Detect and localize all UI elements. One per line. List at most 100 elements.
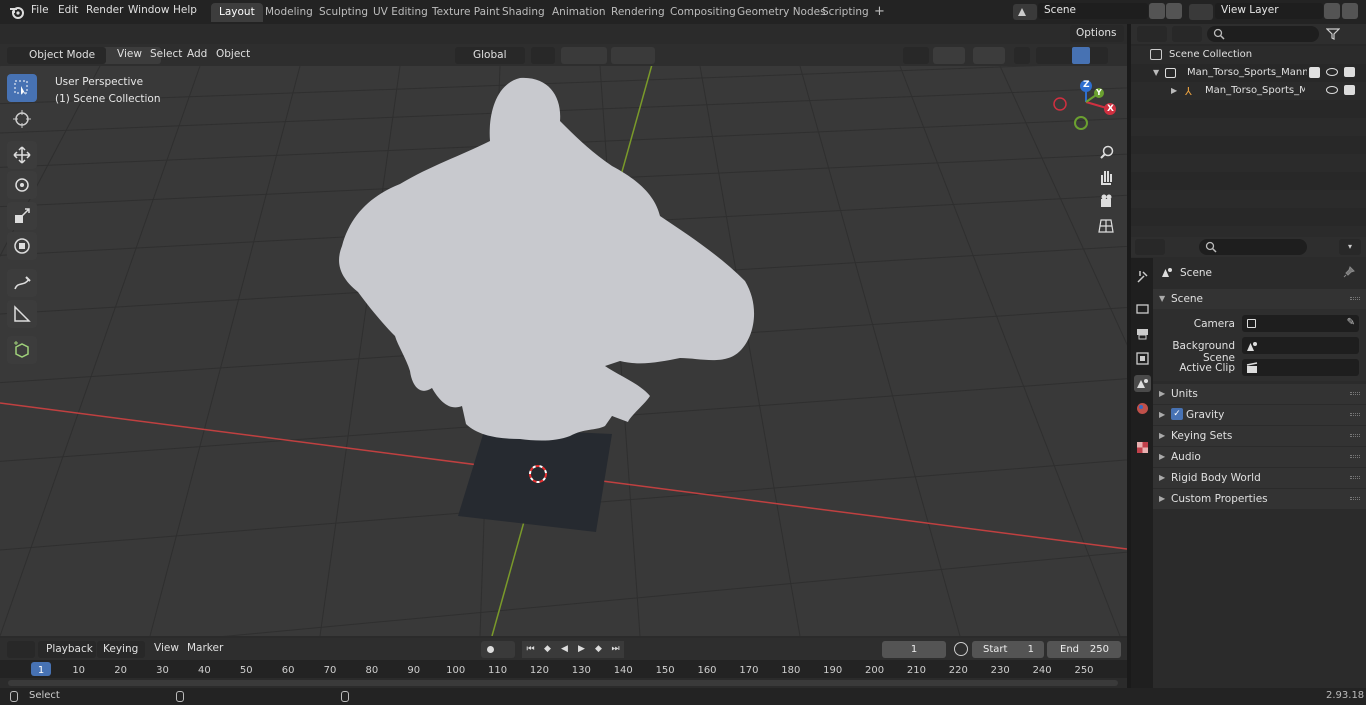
outliner-editor-icon[interactable] (1137, 26, 1167, 42)
drag-grip-icon[interactable] (1350, 497, 1360, 500)
camera-view-icon[interactable] (1096, 191, 1120, 213)
jump-keyframe-forward-icon[interactable]: ◆ (590, 641, 607, 658)
new-view-layer-icon[interactable] (1324, 3, 1340, 19)
world-tab-icon[interactable] (1134, 400, 1151, 417)
expand-arrow-icon[interactable]: ▶ (1159, 431, 1165, 440)
tool-annotate[interactable] (7, 269, 37, 297)
panel-keying-sets[interactable]: ▶ Keying Sets (1153, 426, 1366, 446)
expand-arrow-icon[interactable]: ▶ (1159, 389, 1165, 398)
keying-dropdown[interactable]: Keying (97, 641, 145, 658)
expand-arrow-icon[interactable]: ▶ (1159, 494, 1165, 503)
output-tab-icon[interactable] (1134, 325, 1151, 342)
jump-keyframe-back-icon[interactable]: ◆ (539, 641, 556, 658)
camera-render-icon[interactable] (1344, 67, 1355, 77)
timeline-menu-view[interactable]: View (154, 642, 179, 654)
menu-render[interactable]: Render (86, 4, 123, 16)
scene-name-field[interactable]: Scene (1038, 3, 1148, 19)
zoom-icon[interactable] (1096, 142, 1120, 164)
viewport-menu-object[interactable]: Object (216, 48, 250, 60)
menu-edit[interactable]: Edit (58, 4, 78, 16)
expand-arrow-icon[interactable]: ▶ (1159, 473, 1165, 482)
stopwatch-icon[interactable] (954, 642, 968, 656)
properties-search-input[interactable] (1199, 239, 1307, 255)
eyedropper-icon[interactable]: ✎ (1347, 317, 1355, 328)
mannequin-base[interactable] (458, 428, 612, 532)
viewport-menu-select[interactable]: Select (150, 48, 182, 60)
add-workspace-button[interactable]: + (866, 3, 893, 22)
expand-arrow-icon[interactable]: ▼ (1153, 68, 1159, 77)
tool-move[interactable] (7, 141, 37, 169)
outliner-row-collection[interactable]: ▼ Man_Torso_Sports_Mannequin (1131, 64, 1366, 82)
outliner-row-root[interactable]: Scene Collection (1131, 46, 1366, 64)
perspective-toggle-icon[interactable] (1096, 216, 1120, 238)
end-frame-field[interactable]: End 250 (1047, 641, 1121, 658)
texture-tab-icon[interactable] (1134, 439, 1151, 456)
pivot-point-icon[interactable] (531, 47, 555, 64)
menu-window[interactable]: Window (128, 4, 169, 16)
drag-grip-icon[interactable] (1350, 413, 1360, 416)
jump-end-icon[interactable]: ⏭ (607, 641, 624, 658)
timeline-menu-marker[interactable]: Marker (187, 642, 223, 654)
delete-scene-icon[interactable] (1166, 3, 1182, 19)
play-icon[interactable]: ▶ (573, 641, 590, 658)
expand-arrow-icon[interactable]: ▶ (1171, 86, 1177, 95)
menu-help[interactable]: Help (173, 4, 197, 16)
panel-audio[interactable]: ▶ Audio (1153, 447, 1366, 467)
viewport-menu-add[interactable]: Add (187, 48, 207, 60)
tool-add-cube[interactable] (7, 336, 37, 364)
filter-icon[interactable] (1324, 26, 1348, 42)
visibility-icon[interactable] (903, 47, 929, 64)
render-tab-icon[interactable] (1134, 300, 1151, 317)
new-collection-icon[interactable] (1350, 26, 1364, 42)
play-reverse-icon[interactable]: ◀ (556, 641, 573, 658)
active-clip-field[interactable] (1242, 359, 1359, 376)
gravity-checkbox[interactable]: ✓ (1171, 408, 1183, 420)
expand-arrow-icon[interactable]: ▶ (1159, 410, 1165, 419)
timeline-editor-icon[interactable] (7, 641, 35, 658)
blender-logo-icon[interactable] (9, 4, 25, 20)
exclude-checkbox-icon[interactable] (1309, 67, 1320, 78)
eye-icon[interactable] (1326, 86, 1338, 94)
pin-icon[interactable] (1343, 266, 1355, 278)
scene-tab-icon[interactable] (1134, 375, 1151, 392)
expand-arrow-icon[interactable]: ▶ (1159, 452, 1165, 461)
shading-modes-icons[interactable] (1036, 47, 1108, 64)
timeline-ruler[interactable]: 1 10 20 30 40 50 60 70 80 90 100 110 120 130 140 150 160… (0, 660, 1127, 678)
collapse-arrow-icon[interactable]: ▼ (1159, 294, 1165, 303)
delete-view-layer-icon[interactable] (1342, 3, 1358, 19)
outliner-row-object[interactable]: ▶ ⅄ Man_Torso_Sports_Manne (1131, 82, 1366, 100)
tool-cursor[interactable] (7, 105, 37, 133)
panel-scene-header[interactable]: ▼ Scene (1153, 289, 1366, 309)
properties-options-icon[interactable]: ▾ (1339, 239, 1361, 255)
shading-options-icon[interactable] (1108, 47, 1122, 64)
playback-dropdown[interactable]: Playback (38, 641, 96, 658)
camera-field[interactable]: ✎ (1242, 315, 1359, 332)
tool-rotate[interactable] (7, 171, 37, 199)
gizmo-toggle-icon[interactable] (933, 47, 965, 64)
viewport-menu-view[interactable]: View (117, 48, 142, 60)
options-dropdown[interactable]: Options (1070, 25, 1124, 42)
tool-tab-icon[interactable] (1134, 268, 1151, 285)
3d-viewport[interactable]: Z X Y User Perspective (1) Scene Collect… (0, 66, 1127, 636)
background-scene-field[interactable] (1242, 337, 1359, 354)
camera-render-icon[interactable] (1344, 85, 1355, 95)
overlay-toggle-icon[interactable] (973, 47, 1005, 64)
proportional-edit-icon[interactable] (611, 47, 655, 64)
view-layer-icon[interactable] (1189, 4, 1213, 20)
snap-icon[interactable] (561, 47, 607, 64)
panel-units[interactable]: ▶ Units (1153, 384, 1366, 404)
menu-file[interactable]: File (31, 4, 49, 16)
current-frame-field[interactable]: 1 (882, 641, 946, 658)
tab-layout[interactable]: Layout (211, 3, 263, 22)
transform-orientation-dropdown[interactable]: Global (455, 47, 525, 64)
drag-grip-icon[interactable] (1350, 434, 1360, 437)
properties-editor-icon[interactable] (1135, 239, 1165, 255)
new-scene-icon[interactable] (1149, 3, 1165, 19)
display-mode-icon[interactable] (1172, 26, 1202, 42)
tool-scale[interactable] (7, 202, 37, 230)
pan-hand-icon[interactable] (1096, 167, 1120, 189)
xray-icon[interactable] (1014, 47, 1030, 64)
scene-selector-icon[interactable] (1013, 4, 1037, 20)
tool-select-box[interactable] (7, 74, 37, 102)
drag-grip-icon[interactable] (1350, 455, 1360, 458)
